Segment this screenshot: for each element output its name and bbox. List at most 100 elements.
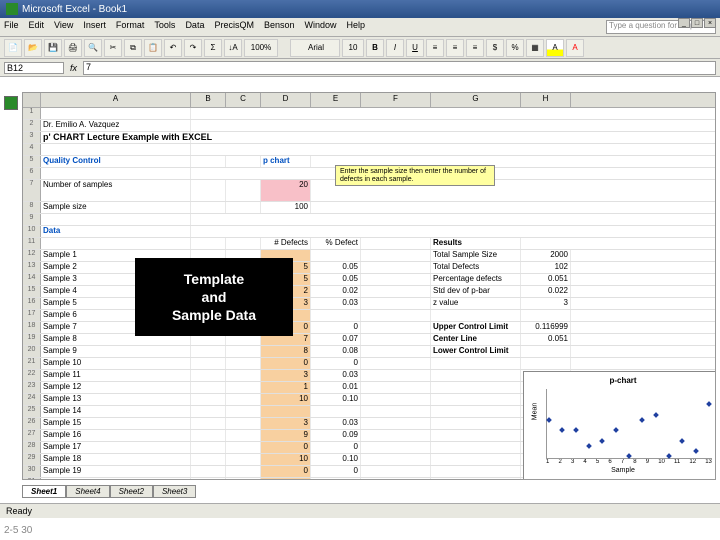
cell[interactable] xyxy=(431,454,521,465)
cell[interactable] xyxy=(191,442,226,453)
cell[interactable]: 3 xyxy=(521,298,571,309)
cell[interactable] xyxy=(226,478,261,480)
undo-icon[interactable]: ↶ xyxy=(164,39,182,57)
col-D[interactable]: D xyxy=(261,93,311,107)
cell[interactable]: Sample 17 xyxy=(41,442,191,453)
open-icon[interactable]: 📂 xyxy=(24,39,42,57)
cell[interactable] xyxy=(191,238,226,249)
cell[interactable]: 0.10 xyxy=(311,454,361,465)
cell[interactable]: 0 xyxy=(311,358,361,369)
cell[interactable]: 0.03 xyxy=(311,418,361,429)
menu-file[interactable]: File xyxy=(4,20,19,34)
cell[interactable]: Total Defects xyxy=(431,262,521,273)
col-A[interactable]: A xyxy=(41,93,191,107)
cell[interactable]: 100 xyxy=(261,202,311,213)
fill-color-icon[interactable]: A xyxy=(546,39,564,57)
cell[interactable] xyxy=(431,370,521,381)
cell[interactable] xyxy=(311,310,361,321)
cell[interactable] xyxy=(361,478,431,480)
cell[interactable]: 0.05 xyxy=(311,274,361,285)
cell[interactable]: 0.10 xyxy=(311,394,361,405)
cell[interactable]: 0.08 xyxy=(311,346,361,357)
cell[interactable]: 0.03 xyxy=(311,478,361,480)
cell[interactable]: 3 xyxy=(261,478,311,480)
cell[interactable]: Sample 12 xyxy=(41,382,191,393)
cell[interactable]: Std dev of p-bar xyxy=(431,286,521,297)
tab-sheet3[interactable]: Sheet3 xyxy=(153,485,196,498)
cell[interactable]: 102 xyxy=(521,262,571,273)
cell[interactable]: 0.051 xyxy=(521,274,571,285)
cell[interactable] xyxy=(41,214,191,225)
cell[interactable]: 0 xyxy=(311,442,361,453)
cell[interactable] xyxy=(361,346,431,357)
cell[interactable] xyxy=(361,322,431,333)
cell[interactable] xyxy=(41,144,191,155)
cell[interactable]: Sample 11 xyxy=(41,370,191,381)
cell[interactable] xyxy=(226,238,261,249)
cell[interactable] xyxy=(226,346,261,357)
menu-window[interactable]: Window xyxy=(305,20,337,34)
cell[interactable]: Sample size xyxy=(41,202,191,213)
cell[interactable]: p chart xyxy=(261,156,311,167)
col-B[interactable]: B xyxy=(191,93,226,107)
cell[interactable]: p' CHART Lecture Example with EXCEL xyxy=(41,132,191,143)
menu-edit[interactable]: Edit xyxy=(29,20,45,34)
cell[interactable] xyxy=(226,370,261,381)
cell[interactable] xyxy=(431,394,521,405)
save-icon[interactable]: 💾 xyxy=(44,39,62,57)
cell[interactable] xyxy=(226,394,261,405)
cell[interactable]: Data xyxy=(41,226,191,237)
cell[interactable] xyxy=(361,358,431,369)
embedded-chart[interactable]: p-chart Mean 12345678910111213 Sample xyxy=(523,371,716,480)
align-left-icon[interactable]: ≡ xyxy=(426,39,444,57)
menu-help[interactable]: Help xyxy=(347,20,366,34)
cell[interactable]: # Defects xyxy=(261,238,311,249)
formula-bar[interactable]: 7 xyxy=(83,61,716,75)
cell[interactable]: 0 xyxy=(261,442,311,453)
cell[interactable]: 10 xyxy=(261,394,311,405)
cell[interactable]: Sample 20 xyxy=(41,478,191,480)
cell[interactable] xyxy=(226,466,261,477)
cut-icon[interactable]: ✂ xyxy=(104,39,122,57)
cell[interactable] xyxy=(41,238,191,249)
cell[interactable] xyxy=(361,274,431,285)
cell[interactable]: Sample 13 xyxy=(41,394,191,405)
cell[interactable]: 0.116999 xyxy=(521,322,571,333)
italic-icon[interactable]: I xyxy=(386,39,404,57)
cell[interactable]: 1 xyxy=(261,382,311,393)
cell[interactable] xyxy=(431,442,521,453)
cell[interactable] xyxy=(361,454,431,465)
col-C[interactable]: C xyxy=(226,93,261,107)
col-H[interactable]: H xyxy=(521,93,571,107)
cell[interactable] xyxy=(226,442,261,453)
copy-icon[interactable]: ⧉ xyxy=(124,39,142,57)
cell[interactable]: Sample 18 xyxy=(41,454,191,465)
cell[interactable]: Sample 15 xyxy=(41,418,191,429)
cell[interactable] xyxy=(431,382,521,393)
cell[interactable]: 0.09 xyxy=(311,430,361,441)
cell[interactable]: % Defect xyxy=(311,238,361,249)
cell[interactable]: 3 xyxy=(261,370,311,381)
cell[interactable]: Sample 16 xyxy=(41,430,191,441)
bold-icon[interactable]: B xyxy=(366,39,384,57)
cell[interactable] xyxy=(521,346,571,357)
preview-icon[interactable]: 🔍 xyxy=(84,39,102,57)
cell[interactable] xyxy=(361,430,431,441)
font-color-icon[interactable]: A xyxy=(566,39,584,57)
cell[interactable] xyxy=(431,358,521,369)
cell[interactable] xyxy=(361,286,431,297)
tab-sheet4[interactable]: Sheet4 xyxy=(66,485,109,498)
cell[interactable] xyxy=(226,180,261,201)
cell[interactable]: 20 xyxy=(261,180,311,201)
new-icon[interactable]: 📄 xyxy=(4,39,22,57)
menu-format[interactable]: Format xyxy=(116,20,145,34)
cell[interactable]: Sample 10 xyxy=(41,358,191,369)
cell[interactable] xyxy=(361,238,431,249)
cell[interactable] xyxy=(361,466,431,477)
cell[interactable] xyxy=(41,168,191,179)
cell[interactable]: 10 xyxy=(261,454,311,465)
col-E[interactable]: E xyxy=(311,93,361,107)
cell[interactable] xyxy=(311,250,361,261)
cell[interactable]: Lower Control Limit xyxy=(431,346,521,357)
cell[interactable] xyxy=(226,406,261,417)
